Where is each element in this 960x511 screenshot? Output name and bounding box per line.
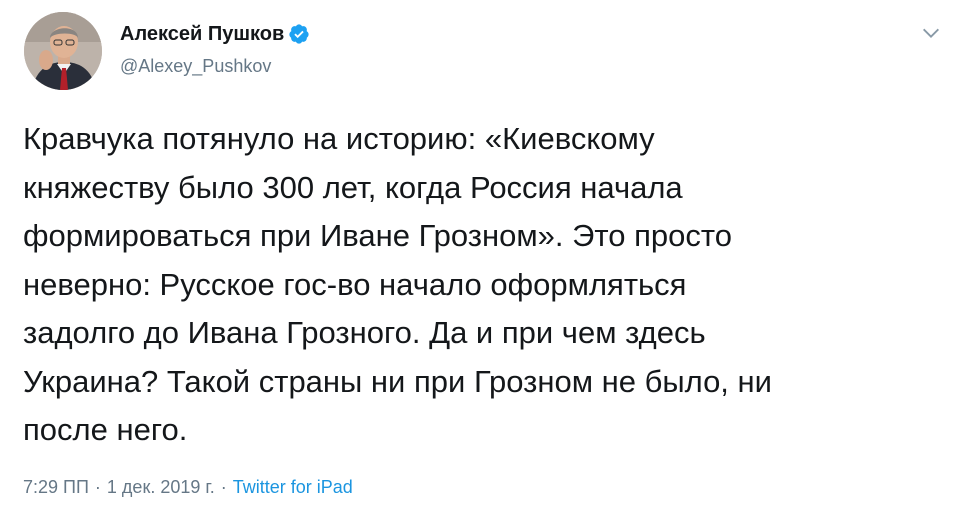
tweet-text: Кравчука потянуло на историю: «Киевскому… (23, 121, 772, 447)
tweet-meta: 7:29 ПП · 1 дек. 2019 г. · Twitter for i… (23, 475, 353, 499)
avatar[interactable] (24, 12, 102, 90)
meta-separator: · (220, 477, 227, 497)
author-name-row[interactable]: Алексей Пушков (120, 22, 310, 46)
user-handle[interactable]: @Alexey_Pushkov (120, 55, 271, 77)
tweet-source-link[interactable]: Twitter for iPad (233, 475, 353, 499)
meta-separator: · (94, 477, 101, 497)
chevron-down-icon[interactable] (920, 22, 942, 44)
verified-badge-icon (288, 23, 310, 45)
profile-photo (24, 12, 102, 90)
tweet-time[interactable]: 7:29 ПП (23, 475, 89, 499)
tweet-card: Алексей Пушков @Alexey_Pushkov Кравчука … (0, 0, 960, 511)
tweet-date[interactable]: 1 дек. 2019 г. (107, 475, 215, 499)
display-name[interactable]: Алексей Пушков (120, 22, 284, 46)
